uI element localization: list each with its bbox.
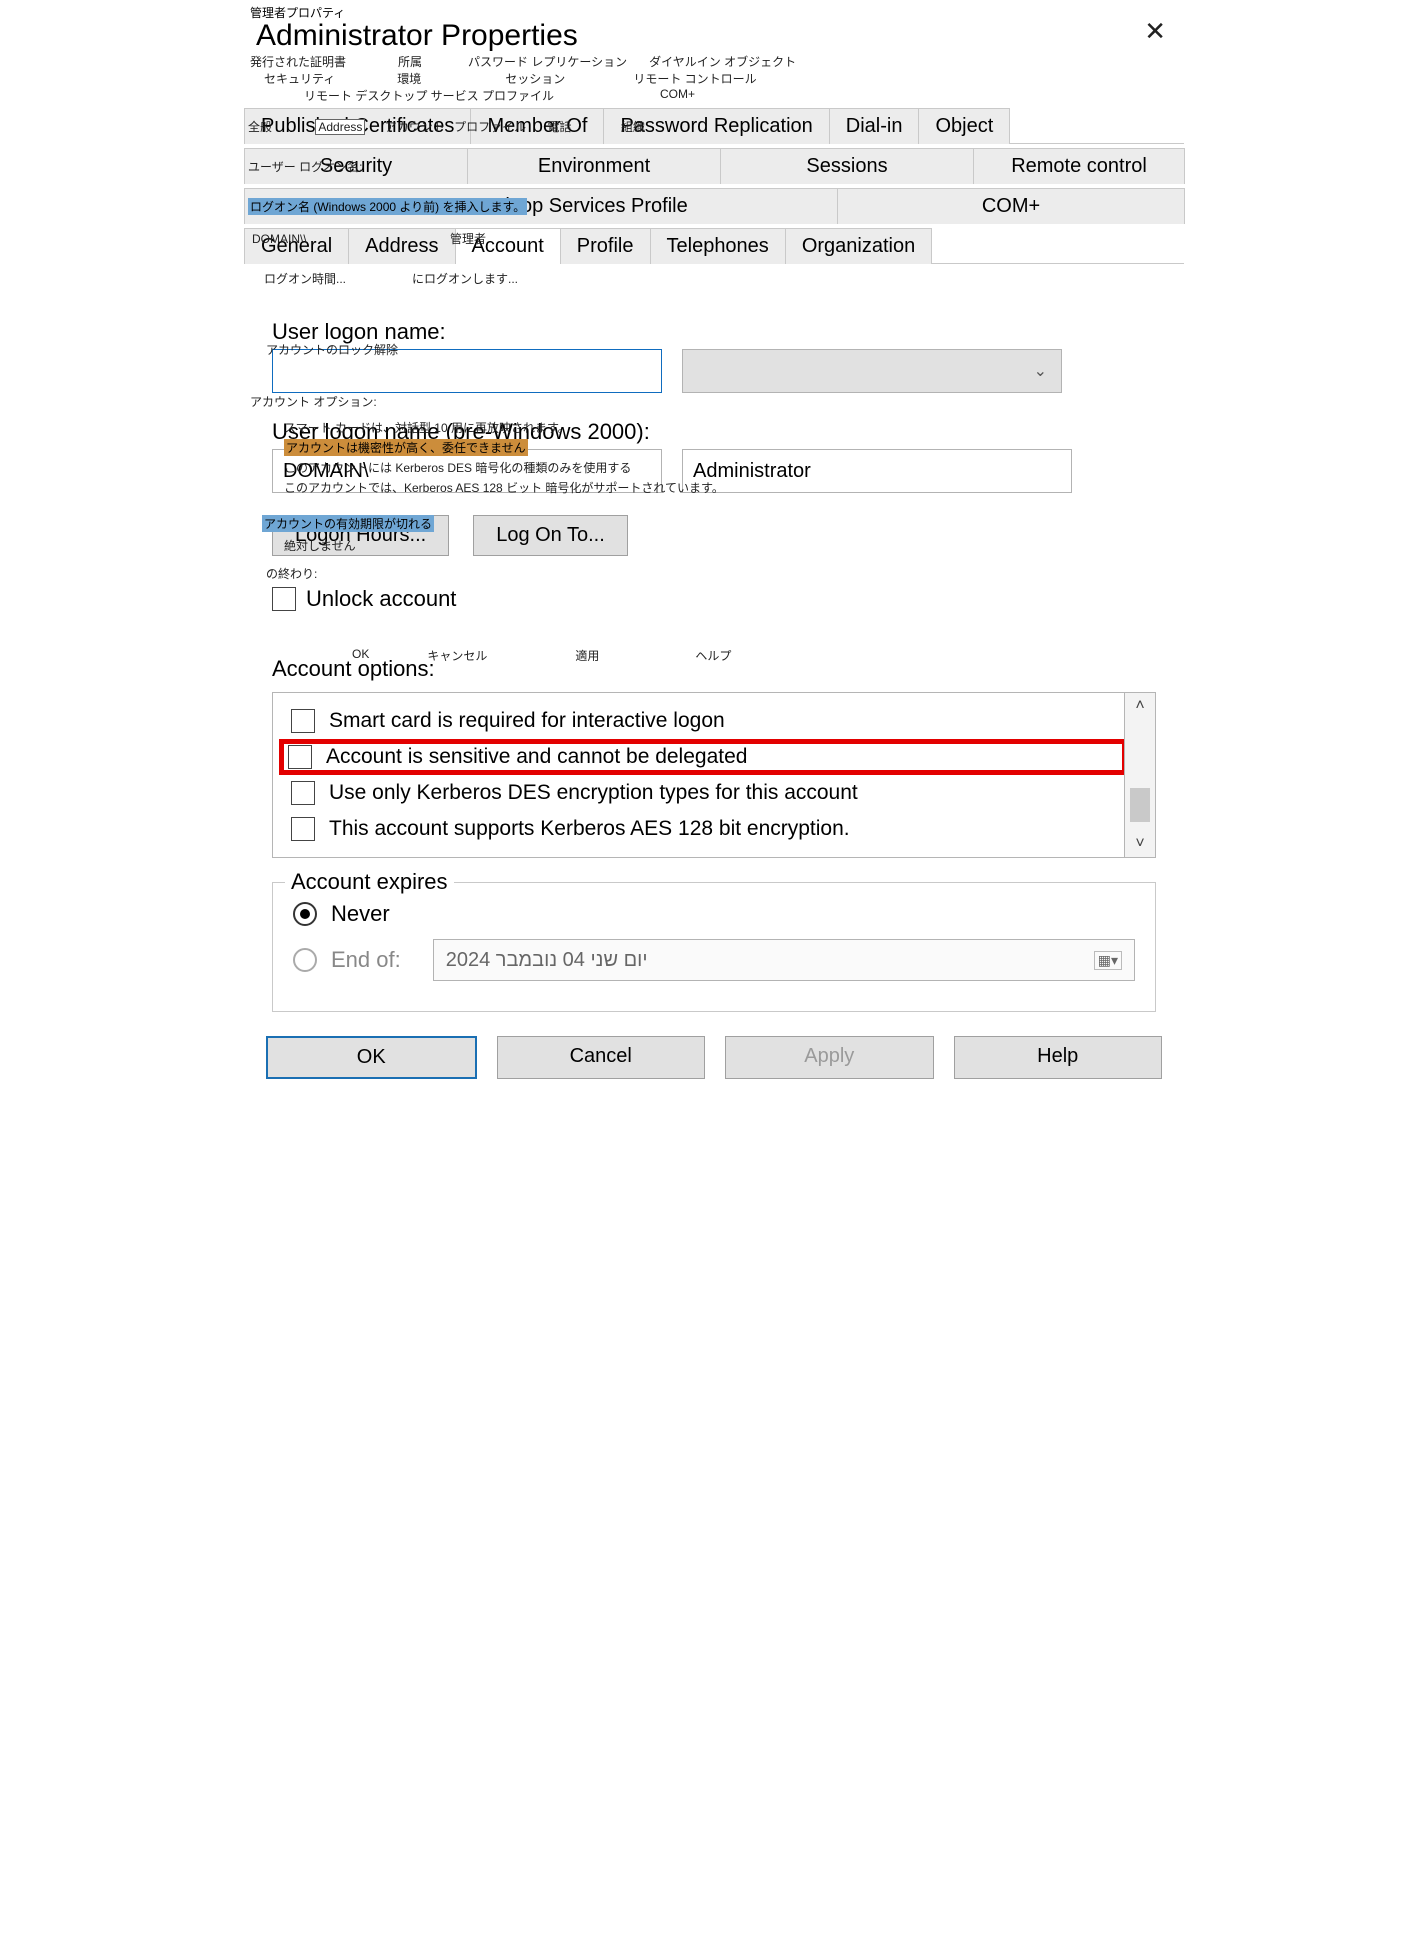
expires-end-of-radio[interactable] [293, 948, 317, 972]
option-smart-card[interactable]: Smart card is required for interactive l… [287, 703, 1119, 739]
ghost-org-jp: 組織 [621, 120, 645, 134]
ghost-row-2: セキュリティ 環境 セッション リモート コントロール [244, 70, 1184, 87]
tab-row-4: General Address Account Profile Telephon… [244, 228, 1184, 264]
tab-row-3: Remote Desktop Services Profile COM+ ログオ… [244, 188, 1184, 224]
expires-date-value: יום שני 04 נובמבר 2024 [446, 949, 648, 972]
option-sensitive-label: Account is sensitive and cannot be deleg… [326, 745, 747, 769]
tab-profile[interactable]: Profile [560, 228, 651, 264]
options-scrollbar[interactable]: ˄ ˅ [1124, 693, 1155, 857]
expires-never-radio[interactable] [293, 902, 317, 926]
ghost-profile-jp: プロファイル [454, 120, 526, 134]
ghost-pre2000-jp: ログオン名 (Windows 2000 より前) を挿入します。 [248, 198, 527, 215]
ghost-account-options-jp: アカウント オプション: [250, 393, 377, 410]
title-jp: 管理者プロパティ [244, 0, 1184, 21]
upn-suffix-dropdown[interactable]: ⌄ [682, 349, 1062, 393]
sam-account-name-input[interactable] [682, 449, 1072, 493]
option-des-checkbox[interactable] [291, 781, 315, 805]
ghost-user-logon-jp: ユーザー ログオン名: [248, 158, 362, 175]
account-expires-legend: Account expires [285, 869, 454, 895]
scroll-thumb[interactable] [1130, 788, 1150, 822]
ghost-general-jp: 全般 [248, 120, 272, 134]
close-icon[interactable]: ✕ [1144, 16, 1166, 47]
tab-telephones[interactable]: Telephones [650, 228, 786, 264]
scroll-up-icon[interactable]: ˄ [1135, 693, 1144, 719]
tab-dial-in[interactable]: Dial-in [829, 108, 920, 144]
log-on-to-button[interactable]: Log On To... [473, 515, 628, 556]
expires-end-of-label: End of: [331, 947, 401, 973]
option-smart-card-checkbox[interactable] [291, 709, 315, 733]
option-aes128-label: This account supports Kerberos AES 128 b… [329, 817, 850, 841]
dialog-footer: OK Cancel Apply Help [244, 1020, 1184, 1099]
ghost-unlock-jp: アカウントのロック解除 [266, 341, 398, 358]
tab-sessions[interactable]: Sessions [720, 148, 974, 184]
ghost-opt4-jp: このアカウントでは、Kerberos AES 128 ビット 暗号化がサポートさ… [284, 479, 724, 496]
option-sensitive-no-delegate[interactable]: Account is sensitive and cannot be deleg… [279, 739, 1127, 775]
tab-com-plus[interactable]: COM+ [837, 188, 1185, 224]
ghost-row-logon: ログオン時間... にログオンします... [244, 264, 1184, 293]
cancel-button[interactable]: Cancel [497, 1036, 706, 1079]
tab-environment[interactable]: Environment [467, 148, 721, 184]
unlock-account-label: Unlock account [306, 586, 456, 612]
ghost-expires-head-jp: アカウントの有効期限が切れる [262, 515, 434, 532]
ghost-opt3-jp: このアカウントには Kerberos DES 暗号化の種類のみを使用する [284, 459, 631, 476]
tab-row-1: Published Certificates Member Of Passwor… [244, 108, 1184, 144]
ghost-row-1: 発行された証明書 所属 パスワード レプリケーション ダイヤルイン オブジェクト [244, 53, 1184, 70]
tab-row-2: Security Environment Sessions Remote con… [244, 148, 1184, 184]
chevron-down-icon: ⌄ [1034, 361, 1047, 381]
unlock-account-checkbox[interactable] [272, 587, 296, 611]
option-kerberos-aes128[interactable]: This account supports Kerberos AES 128 b… [287, 811, 1119, 847]
ok-button[interactable]: OK [266, 1036, 477, 1079]
help-button[interactable]: Help [954, 1036, 1163, 1079]
window-title: Administrator Properties [244, 21, 1184, 53]
ghost-never-jp: 絶対しません [284, 537, 356, 554]
tab-organization[interactable]: Organization [785, 228, 932, 264]
ghost-end-jp: の終わり: [266, 565, 317, 582]
ghost-domain-jp: DOMAIN\\ [252, 232, 307, 246]
ghost-opt1-jp: スマート カードは、対話型 10 用に再放映されます。 [284, 419, 570, 436]
apply-button[interactable]: Apply [725, 1036, 934, 1079]
ghost-account-jp: アカウント [385, 120, 445, 134]
option-aes128-checkbox[interactable] [291, 817, 315, 841]
account-expires-group: Account expires Never End of: יום שני 04… [272, 882, 1156, 1012]
ghost-phone-jp: 電話 [547, 120, 571, 134]
account-options-list: Smart card is required for interactive l… [272, 692, 1156, 858]
ghost-footer-jp: OK キャンセル 適用 ヘルプ [352, 647, 731, 664]
option-sensitive-checkbox[interactable] [288, 745, 312, 769]
expires-date-picker[interactable]: יום שני 04 נובמבר 2024 ▦▾ [433, 939, 1135, 981]
user-logon-name-label: User logon name: [272, 319, 1156, 345]
option-kerberos-des[interactable]: Use only Kerberos DES encryption types f… [287, 775, 1119, 811]
scroll-down-icon[interactable]: ˅ [1135, 831, 1144, 857]
ghost-admin-jp: 管理者 [450, 232, 486, 246]
tab-object[interactable]: Object [918, 108, 1010, 144]
calendar-icon[interactable]: ▦▾ [1094, 951, 1122, 970]
expires-never-label: Never [331, 901, 390, 927]
ghost-address-jp: Address [315, 119, 365, 135]
ghost-row-3: リモート デスクトップ サービス プロファイル COM+ [244, 87, 1184, 104]
tab-remote-control[interactable]: Remote control [973, 148, 1185, 184]
option-smart-card-label: Smart card is required for interactive l… [329, 709, 725, 733]
option-des-label: Use only Kerberos DES encryption types f… [329, 781, 858, 805]
ghost-opt2-jp: アカウントは機密性が高く、委任できません [284, 439, 528, 456]
